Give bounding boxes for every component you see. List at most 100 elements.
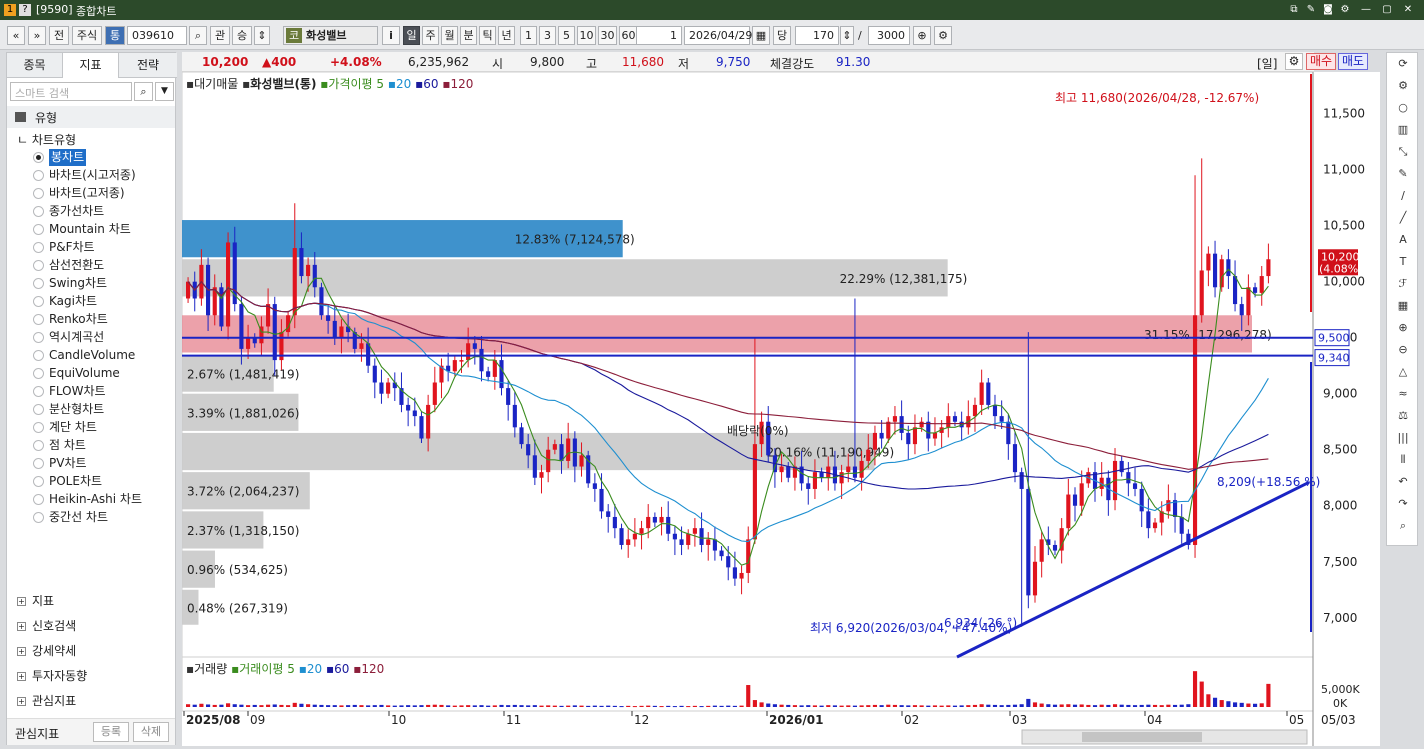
period-5-button[interactable]: 년 [498, 26, 515, 45]
radio-4[interactable] [33, 224, 44, 235]
link-icon[interactable]: ⧉ [1288, 4, 1300, 16]
chart-type-item[interactable]: 분산형차트 [49, 401, 104, 418]
interval-4-button[interactable]: 30 [598, 26, 617, 45]
grid-icon[interactable]: ▦ [1396, 299, 1410, 313]
radio-8[interactable] [33, 296, 44, 307]
chart-type-item[interactable]: POLE차트 [49, 473, 102, 490]
wave-icon[interactable]: ≈ [1396, 387, 1410, 401]
chart-type-item[interactable]: Mountain 차트 [49, 221, 131, 238]
bars-icon[interactable]: ⦀ [1396, 453, 1410, 467]
zoom-icon[interactable]: ⊕ [913, 26, 931, 45]
kwan-button[interactable]: 관 [210, 26, 230, 45]
chart-type-item[interactable]: P&F차트 [49, 239, 95, 256]
section-3[interactable]: + 투자자동향 [17, 666, 87, 686]
period-0-button[interactable]: 일 [403, 26, 420, 45]
line-tool-icon[interactable]: ⤡ [1396, 145, 1410, 159]
magnifier-icon[interactable]: ⌕ [1396, 519, 1410, 533]
chart-type-item[interactable]: CandleVolume [49, 347, 135, 364]
next-stock-button[interactable]: » [28, 26, 46, 45]
chart-type-item[interactable]: 계단 차트 [49, 419, 97, 436]
buy-button[interactable]: 매수 [1306, 53, 1336, 70]
tab-stock[interactable]: 종목 [7, 53, 63, 78]
radio-11[interactable] [33, 350, 44, 361]
circle-icon[interactable]: ○ [1396, 101, 1410, 115]
radio-19[interactable] [33, 494, 44, 505]
scale-icon[interactable]: ⚖ [1396, 409, 1410, 423]
dropdown-icon[interactable]: ▼ [155, 82, 174, 101]
dang-button[interactable]: 당 [773, 26, 791, 45]
chart-type-item[interactable]: Heikin-Ashi 차트 [49, 491, 142, 508]
radio-7[interactable] [33, 278, 44, 289]
radio-18[interactable] [33, 476, 44, 487]
gear-icon[interactable]: ⚙ [1339, 4, 1351, 16]
chart-area[interactable]: 12.83% (7,124,578) 22.29% (12,381,175) 31.… [181, 71, 1380, 746]
tab-indicator[interactable]: 지표 [63, 53, 119, 78]
register-button[interactable]: 등록 [93, 722, 129, 742]
smart-search-input[interactable]: 스마트 검색 [10, 82, 132, 101]
info-button[interactable]: i [382, 26, 400, 45]
gear-icon[interactable]: ⚙ [1396, 79, 1410, 93]
zoom-out-icon[interactable]: ⊖ [1396, 343, 1410, 357]
calendar-icon[interactable]: ▦ [752, 26, 770, 45]
redo-icon[interactable]: ↷ [1396, 497, 1410, 511]
prev-stock-button[interactable]: « [7, 26, 25, 45]
updown-icon[interactable]: ⇕ [254, 26, 270, 45]
lines-icon[interactable]: ||| [1396, 431, 1410, 445]
help-icon[interactable]: ? [19, 4, 31, 16]
delete-button[interactable]: 삭제 [133, 722, 169, 742]
seung-button[interactable]: 승 [232, 26, 252, 45]
ruler-icon[interactable]: ∕ [1396, 189, 1410, 203]
chart-type-item[interactable]: 종가선차트 [49, 203, 104, 220]
radio-5[interactable] [33, 242, 44, 253]
period-1-button[interactable]: 주 [422, 26, 439, 45]
pen-icon[interactable]: ✎ [1396, 167, 1410, 181]
chart-type-item[interactable]: FLOW차트 [49, 383, 106, 400]
text-icon[interactable]: T [1396, 255, 1410, 269]
radio-12[interactable] [33, 368, 44, 379]
search-icon[interactable]: ⌕ [189, 26, 207, 45]
interval-3-button[interactable]: 10 [577, 26, 596, 45]
date-input[interactable]: 2026/04/29 [684, 26, 752, 45]
chart-type-item[interactable]: 점 차트 [49, 437, 86, 454]
interval-0-button[interactable]: 1 [520, 26, 537, 45]
sell-button[interactable]: 매도 [1338, 53, 1368, 70]
radio-16[interactable] [33, 440, 44, 451]
count2-input[interactable]: 170 [795, 26, 839, 45]
interval-1-button[interactable]: 3 [539, 26, 556, 45]
chart-type-item[interactable]: Renko차트 [49, 311, 108, 328]
fib-icon[interactable]: ℱ [1396, 277, 1410, 291]
chart-settings-icon[interactable]: ⚙ [1285, 53, 1303, 70]
radio-0[interactable] [33, 152, 44, 163]
chart-type-item[interactable]: Kagi차트 [49, 293, 97, 310]
chart-type-item[interactable]: 봉차트 [49, 149, 87, 166]
auto-icon[interactable]: A [1396, 233, 1410, 247]
camera-icon[interactable]: ◙ [1322, 4, 1334, 16]
radio-9[interactable] [33, 314, 44, 325]
price-chart-svg[interactable]: 12.83% (7,124,578) 22.29% (12,381,175) 31.… [181, 71, 1380, 746]
radio-15[interactable] [33, 422, 44, 433]
front-button[interactable]: 전 [49, 26, 69, 45]
section-2[interactable]: + 강세약세 [17, 641, 76, 661]
radio-1[interactable] [33, 170, 44, 181]
stock-code-input[interactable]: 039610 [127, 26, 187, 45]
settings-icon[interactable]: ⚙ [934, 26, 952, 45]
chart-type-item[interactable]: PV차트 [49, 455, 87, 472]
market-select[interactable]: 주식 [72, 26, 102, 45]
radio-10[interactable] [33, 332, 44, 343]
chart-type-item[interactable]: 바차트(시고저종) [49, 167, 136, 184]
period-3-button[interactable]: 분 [460, 26, 477, 45]
radio-3[interactable] [33, 206, 44, 217]
chart-type-item[interactable]: 삼선전환도 [49, 257, 104, 274]
market-tag[interactable]: 통 [105, 26, 125, 45]
radio-13[interactable] [33, 386, 44, 397]
radio-14[interactable] [33, 404, 44, 415]
bar-icon[interactable]: ▥ [1396, 123, 1410, 137]
restore-icon[interactable]: ▢ [1381, 4, 1393, 16]
period-2-button[interactable]: 월 [441, 26, 458, 45]
spinner-icon[interactable]: ⇕ [840, 26, 854, 45]
tab-strategy[interactable]: 전략 [119, 53, 177, 78]
undo-icon[interactable]: ↶ [1396, 475, 1410, 489]
chart-type-item[interactable]: 바차트(고저종) [49, 185, 125, 202]
chart-type-item[interactable]: 역시계곡선 [49, 329, 104, 346]
radio-6[interactable] [33, 260, 44, 271]
